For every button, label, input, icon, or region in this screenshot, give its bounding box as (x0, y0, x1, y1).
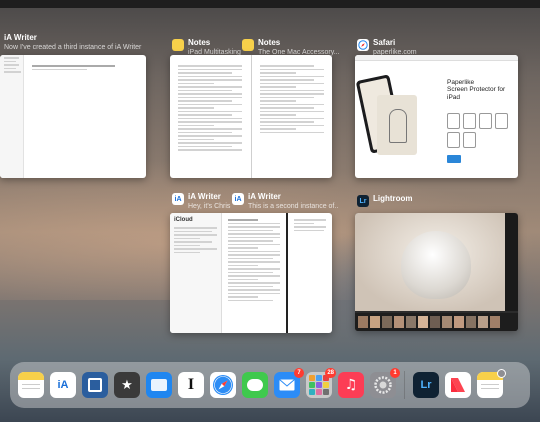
music-icon[interactable]: ♫ (338, 372, 364, 398)
mail-icon[interactable]: 7 (274, 368, 304, 398)
document-body-left (224, 217, 284, 303)
filmstrip[interactable] (355, 313, 518, 331)
dock-separator (404, 371, 405, 399)
card-subtitle: This is a second instance of... (248, 203, 338, 210)
reeder-glyph: ★ (121, 377, 133, 393)
music-glyph: ♫ (344, 377, 358, 393)
tool-strip[interactable] (505, 213, 518, 311)
files-icon[interactable] (146, 372, 172, 398)
card-label-lightroom: Lr Lightroom (357, 194, 413, 207)
app-card-notes-split[interactable] (170, 55, 332, 178)
buy-button[interactable] (447, 155, 461, 163)
notes-icon[interactable] (18, 372, 44, 398)
card-app-name: iA Writer (248, 192, 281, 201)
instapaper-glyph: I (187, 376, 195, 393)
ia-writer-glyph: iA (57, 379, 69, 391)
notes-icon (172, 39, 184, 51)
screens-icon[interactable] (82, 372, 108, 398)
ipad-model-grid (447, 113, 508, 148)
card-app-name: Notes (188, 38, 211, 47)
icloud-label: iCloud (174, 217, 193, 223)
settings-icon[interactable]: 1 (370, 368, 400, 398)
brand-name: Paperlike (447, 79, 475, 86)
card-label-ia-writer-3: iA iA Writer This is a second instance o… (232, 192, 338, 211)
card-subtitle: Hey, it's Chris (188, 203, 231, 210)
instapaper-icon[interactable]: I (178, 372, 204, 398)
sidebar (0, 55, 24, 178)
notes-recent-icon[interactable] (477, 369, 506, 398)
card-subtitle: Now I've created a third instance of iA … (4, 44, 142, 51)
card-app-name: Lightroom (373, 194, 413, 203)
product-title: Screen Protector for iPad (447, 86, 506, 101)
sketch-image (377, 95, 417, 155)
ia-writer-icon: iA (232, 193, 244, 205)
app-card-lightroom[interactable] (355, 213, 518, 331)
lightroom-icon: Lr (357, 195, 369, 207)
app-card-safari[interactable]: Paperlike Screen Protector for iPad (355, 55, 518, 178)
messages-icon[interactable] (242, 372, 268, 398)
notes-icon (242, 39, 254, 51)
library-sidebar: iCloud (170, 213, 222, 333)
document-body-right (290, 217, 330, 233)
app-card-ia-writer-split[interactable]: iCloud (170, 213, 332, 333)
card-app-name: iA Writer (188, 192, 221, 201)
settings-badge: 1 (390, 368, 400, 378)
folder-badge: 28 (325, 368, 336, 378)
product-heading: Paperlike Screen Protector for iPad (447, 79, 513, 102)
card-label-ia-writer-1: iA Writer Now I've created a third insta… (0, 33, 150, 52)
app-card-ia-writer-1[interactable] (0, 55, 146, 178)
speaker-subject (401, 231, 471, 299)
mail-badge: 7 (294, 368, 304, 378)
address-bar[interactable] (355, 55, 518, 61)
dock: iA ★ I 7 28 ♫ 1 Lr (10, 362, 530, 408)
screen-bezel (0, 0, 540, 8)
safari-icon (357, 39, 369, 51)
lightroom-icon[interactable]: Lr (413, 372, 439, 398)
document-body (28, 63, 138, 72)
split-divider[interactable] (251, 55, 252, 178)
folder-icon[interactable]: 28 (306, 368, 336, 398)
news-icon[interactable] (445, 372, 471, 398)
star-icon[interactable]: ★ (114, 372, 140, 398)
photo-preview (355, 213, 518, 311)
note-pane-left (174, 63, 246, 153)
split-divider[interactable] (286, 213, 288, 333)
safari-icon[interactable] (210, 372, 236, 398)
card-label-ia-writer-2: iA iA Writer Hey, it's Chris (172, 192, 232, 211)
ia-writer-icon[interactable]: iA (50, 372, 76, 398)
lightroom-glyph: Lr (420, 379, 432, 391)
note-pane-right (256, 63, 328, 135)
card-app-name: iA Writer (4, 33, 37, 42)
ia-writer-icon: iA (172, 193, 184, 205)
card-app-name: Safari (373, 38, 396, 47)
card-app-name: Notes (258, 38, 281, 47)
